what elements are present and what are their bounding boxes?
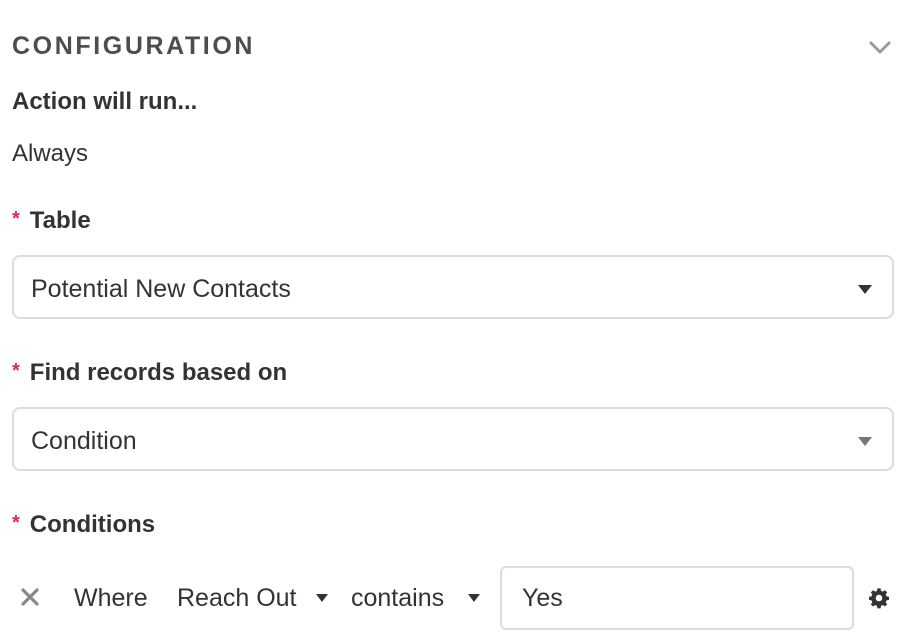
table-label-text: Table xyxy=(29,207,91,234)
caret-down-icon xyxy=(858,285,872,294)
section-title: CONFIGURATION xyxy=(12,32,256,60)
condition-prefix: Where xyxy=(74,584,148,612)
run-condition-value: Always xyxy=(12,140,89,167)
required-marker: * xyxy=(12,208,20,230)
condition-row: Where Reach Out contains xyxy=(0,566,906,632)
run-condition-label: Action will run... xyxy=(12,88,198,115)
find-records-select[interactable]: Condition xyxy=(12,407,894,471)
table-select-value: Potential New Contacts xyxy=(31,275,291,303)
required-marker: * xyxy=(12,360,20,382)
caret-down-icon xyxy=(468,594,480,602)
table-select[interactable]: Potential New Contacts xyxy=(12,255,894,319)
close-icon[interactable] xyxy=(19,586,41,608)
condition-operator-dropdown[interactable]: contains xyxy=(351,566,487,632)
find-records-label: * Find records based on xyxy=(12,359,287,387)
conditions-label: * Conditions xyxy=(12,511,155,539)
condition-value-input[interactable] xyxy=(500,566,854,630)
condition-field-value: Reach Out xyxy=(177,584,297,612)
chevron-down-icon[interactable] xyxy=(868,38,892,56)
find-records-label-text: Find records based on xyxy=(29,359,288,386)
configuration-header[interactable]: CONFIGURATION xyxy=(12,30,894,70)
condition-field-dropdown[interactable]: Reach Out xyxy=(177,566,337,632)
caret-down-icon xyxy=(316,594,328,602)
required-marker: * xyxy=(12,512,20,534)
gear-icon[interactable] xyxy=(868,587,890,609)
table-field-label: * Table xyxy=(12,207,91,235)
caret-down-icon xyxy=(858,437,872,446)
condition-operator-value: contains xyxy=(351,584,445,612)
find-records-select-value: Condition xyxy=(31,427,137,455)
conditions-label-text: Conditions xyxy=(29,511,156,538)
